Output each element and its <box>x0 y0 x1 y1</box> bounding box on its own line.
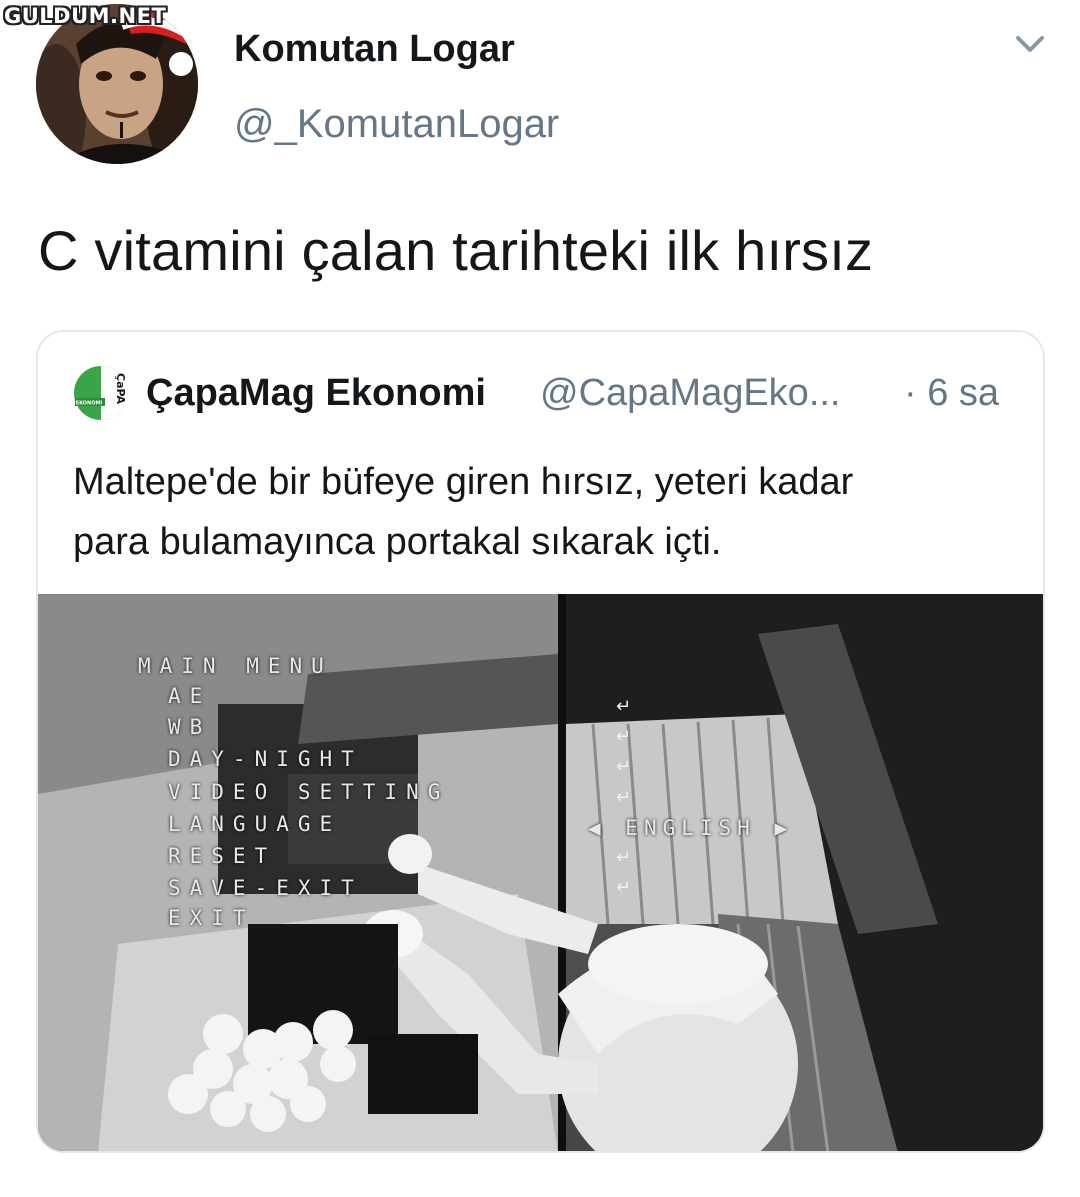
osd-menu-title: MAIN MENU <box>138 654 333 678</box>
osd-menu-item: RESET <box>168 844 277 868</box>
logo-label: ÇaPA <box>114 373 127 405</box>
osd-enter-icon: ↵ <box>616 877 632 897</box>
avatar[interactable] <box>36 4 198 164</box>
logo-sublabel: EKONOMI <box>76 401 103 407</box>
quoted-timestamp[interactable]: · 6 sa <box>904 372 999 415</box>
capamag-logo-icon: EKONOMI ÇaPA <box>74 366 128 420</box>
watermark-logo: GULDUM.NET <box>4 4 167 28</box>
quoted-tweet-card[interactable]: EKONOMI ÇaPA ÇapaMag Ekonomi @CapaMagEko… <box>36 330 1045 1153</box>
osd-menu-item: WB <box>168 715 212 739</box>
osd-menu-item: VIDEO SETTING <box>168 780 450 804</box>
osd-language-value: ◀ ENGLISH ▶ <box>588 816 794 840</box>
osd-language-label: ENGLISH <box>625 816 756 840</box>
quoted-tweet-text: Maltepe'de bir büfeye giren hırsız, yete… <box>73 452 1033 572</box>
osd-enter-icon: ↵ <box>616 787 632 807</box>
quoted-user-handle[interactable]: @CapaMagEko... <box>540 372 841 415</box>
osd-enter-icon: ↵ <box>616 756 632 776</box>
osd-enter-icon: ↵ <box>616 696 632 716</box>
quoted-text-line: para bulamayınca portakal sıkarak içti. <box>73 521 722 563</box>
osd-menu-item: DAY-NIGHT <box>168 747 363 771</box>
tweet-text: C vitamini çalan tarihteki ilk hırsız <box>38 219 874 282</box>
osd-enter-icon: ↵ <box>616 847 632 867</box>
quoted-display-name[interactable]: ÇapaMag Ekonomi <box>146 372 486 415</box>
quoted-text-line: Maltepe'de bir büfeye giren hırsız, yete… <box>73 461 854 503</box>
chevron-down-icon[interactable] <box>1010 30 1050 60</box>
osd-enter-icon: ↵ <box>616 726 632 746</box>
osd-menu-item: SAVE-EXIT <box>168 876 363 900</box>
osd-menu-item: EXIT <box>168 906 255 930</box>
osd-menu-item: AE <box>168 684 212 708</box>
user-handle[interactable]: @_KomutanLogar <box>234 102 559 147</box>
cctv-photo[interactable]: MAIN MENU AE WB DAY-NIGHT VIDEO SETTING … <box>38 594 1043 1151</box>
display-name[interactable]: Komutan Logar <box>234 28 515 71</box>
osd-menu-item: LANGUAGE <box>168 812 342 836</box>
